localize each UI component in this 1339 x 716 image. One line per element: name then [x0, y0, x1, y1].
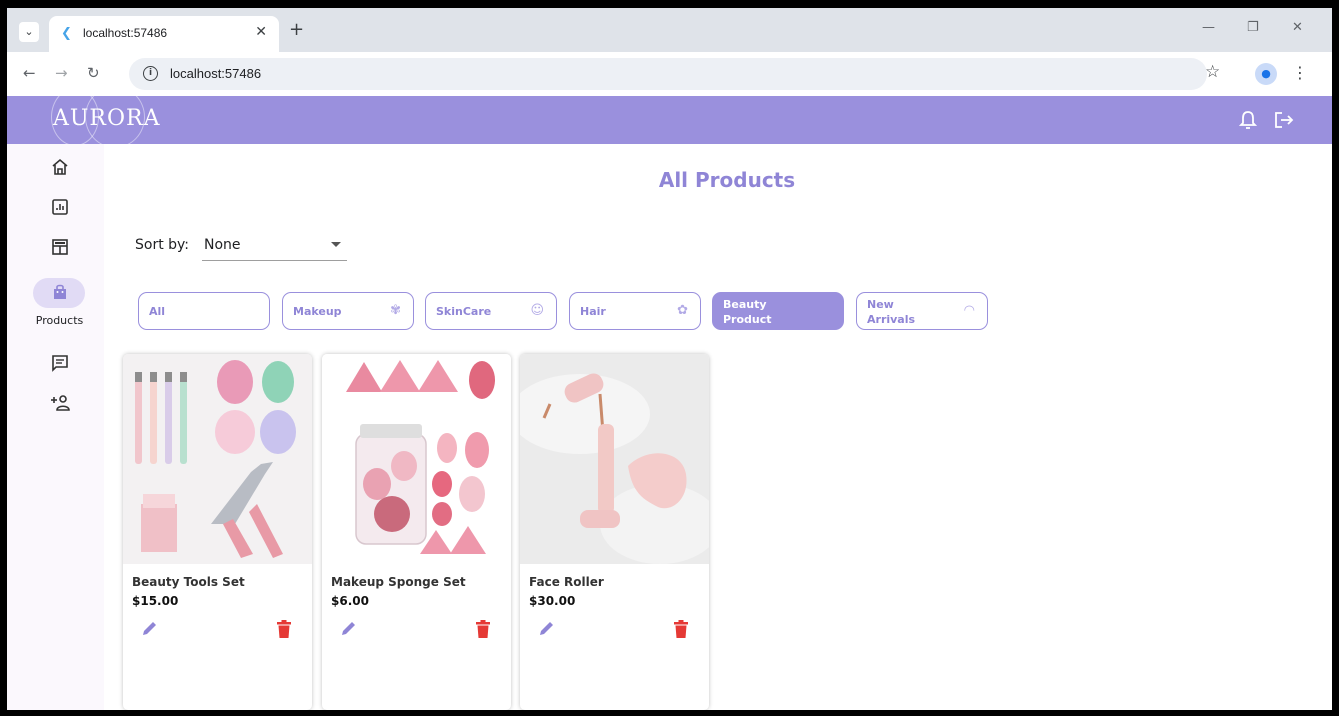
shopping-bag-icon: [54, 284, 66, 299]
eye-icon: ◠: [963, 303, 975, 318]
reload-icon[interactable]: ↻: [87, 64, 100, 82]
product-image-beauty-tools: [123, 354, 312, 564]
forward-icon[interactable]: →: [55, 64, 68, 82]
filter-chip-hair[interactable]: Hair ✿: [569, 292, 701, 330]
sidebar-item-products[interactable]: [34, 278, 86, 308]
product-price: $15.00: [132, 594, 179, 608]
browser-tab[interactable]: ❮ localhost:57486 ✕: [49, 16, 279, 52]
address-bar[interactable]: i localhost:57486: [129, 58, 1207, 90]
filter-chip-new-arrivals[interactable]: New Arrivals ◠: [856, 292, 988, 330]
edit-icon[interactable]: [141, 619, 159, 637]
chip-label: Beauty Product: [723, 298, 772, 326]
analytics-icon: [52, 199, 68, 215]
app-header: AURORA: [7, 86, 1332, 148]
dropdown-arrow-icon: [331, 242, 341, 247]
product-image-face-roller: [520, 354, 709, 564]
bookmark-star-icon[interactable]: ☆: [1205, 62, 1220, 82]
new-tab-icon[interactable]: +: [289, 19, 304, 40]
tab-close-icon[interactable]: ✕: [255, 24, 267, 40]
chip-label: All: [149, 305, 166, 318]
sidebar: Products: [7, 144, 104, 710]
delete-icon[interactable]: [476, 620, 490, 638]
tab-strip: ⌄ ❮ localhost:57486 ✕ + — ❐ ✕: [7, 8, 1332, 52]
app-logo: AURORA: [53, 106, 161, 131]
chip-label: Makeup: [293, 305, 342, 318]
browser-window: ⌄ ❮ localhost:57486 ✕ + — ❐ ✕ ← → ↻ i lo…: [7, 8, 1332, 710]
makeup-icon: ✾: [390, 303, 401, 318]
minimize-icon[interactable]: —: [1202, 20, 1215, 35]
chip-label: Hair: [580, 305, 606, 318]
tab-search-chevron-icon[interactable]: ⌄: [19, 22, 39, 42]
message-icon: [52, 355, 68, 372]
filter-chip-skincare[interactable]: SkinCare ☺: [425, 292, 557, 330]
flutter-favicon-icon: ❮: [61, 26, 72, 41]
chip-label: SkinCare: [436, 305, 492, 318]
profile-avatar-icon[interactable]: ●: [1255, 63, 1277, 85]
chip-label: New Arrivals: [867, 298, 916, 326]
filter-chip-beauty-product[interactable]: Beauty Product: [712, 292, 844, 330]
sort-label: Sort by:: [135, 237, 190, 253]
face-icon: ☺: [530, 303, 544, 318]
product-image-makeup-sponges: [322, 354, 511, 564]
notification-bell-icon[interactable]: [1239, 110, 1257, 130]
url-text: localhost:57486: [170, 66, 262, 81]
product-name: Makeup Sponge Set: [331, 575, 466, 589]
sidebar-item-messages[interactable]: [34, 348, 86, 378]
home-icon: [52, 158, 68, 175]
sidebar-item-analytics[interactable]: [34, 192, 86, 222]
product-name: Beauty Tools Set: [132, 575, 245, 589]
sort-dropdown[interactable]: None: [202, 227, 347, 261]
filter-chip-makeup[interactable]: Makeup ✾: [282, 292, 414, 330]
sidebar-item-dashboard[interactable]: [34, 232, 86, 262]
site-info-icon[interactable]: i: [143, 66, 158, 81]
sidebar-item-add-user[interactable]: [34, 388, 86, 418]
back-icon[interactable]: ←: [23, 64, 36, 82]
restore-icon[interactable]: ❐: [1247, 20, 1259, 35]
product-card[interactable]: Makeup Sponge Set $6.00: [322, 354, 511, 710]
sidebar-label-products: Products: [35, 314, 84, 327]
logout-icon[interactable]: [1273, 110, 1295, 130]
sidebar-item-home[interactable]: [34, 152, 86, 182]
product-price: $30.00: [529, 594, 576, 608]
filter-chip-all[interactable]: All: [138, 292, 270, 330]
hair-icon: ✿: [677, 303, 688, 318]
sort-value: None: [204, 237, 241, 253]
delete-icon[interactable]: [277, 620, 291, 638]
browser-menu-icon[interactable]: ⋮: [1292, 63, 1308, 82]
product-price: $6.00: [331, 594, 369, 608]
add-user-icon: [51, 395, 70, 411]
edit-icon[interactable]: [340, 619, 358, 637]
delete-icon[interactable]: [674, 620, 688, 638]
tab-title: localhost:57486: [83, 26, 168, 40]
page-title: All Products: [658, 168, 796, 192]
browser-toolbar: ← → ↻ i localhost:57486 ☆ ● ⋮: [7, 52, 1332, 96]
dashboard-icon: [52, 239, 68, 255]
close-window-icon[interactable]: ✕: [1292, 20, 1303, 35]
product-card[interactable]: Face Roller $30.00: [520, 354, 709, 710]
product-name: Face Roller: [529, 575, 604, 589]
product-card[interactable]: Beauty Tools Set $15.00: [123, 354, 312, 710]
edit-icon[interactable]: [538, 619, 556, 637]
